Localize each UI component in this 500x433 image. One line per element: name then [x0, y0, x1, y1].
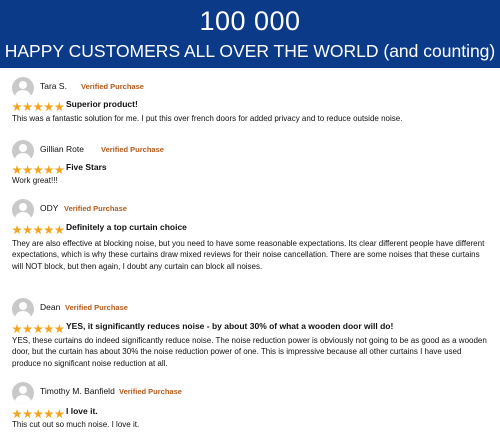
star-icon	[43, 165, 54, 175]
star-icon	[12, 102, 22, 112]
review-title: I love it.	[66, 406, 98, 416]
promo-banner: 100 000 HAPPY CUSTOMERS ALL OVER THE WOR…	[0, 0, 500, 68]
avatar	[12, 199, 34, 221]
banner-tagline: HAPPY CUSTOMERS ALL OVER THE WORLD (and …	[4, 41, 496, 61]
star-icon	[22, 409, 33, 419]
review-title: Five Stars	[66, 162, 107, 172]
review-body: This was a fantastic solution for me. I …	[12, 114, 403, 123]
star-icon	[12, 409, 22, 419]
verified-purchase-badge: Verified Purchase	[101, 145, 164, 154]
reviewer-name: ODY	[40, 203, 59, 213]
verified-purchase-badge: Verified Purchase	[64, 204, 127, 213]
review-title: Definitely a top curtain choice	[66, 222, 187, 232]
star-icon	[54, 324, 65, 334]
star-icon	[22, 324, 33, 334]
star-icon	[12, 225, 22, 235]
review-body: This cut out so much noise. I love it.	[12, 420, 140, 429]
star-icon	[54, 225, 65, 235]
star-icon	[43, 409, 54, 419]
star-icon	[33, 409, 43, 419]
star-icon	[54, 165, 65, 175]
reviewer-name: Gillian Rote	[40, 144, 84, 154]
star-icon	[33, 102, 43, 112]
review-body: Work great!!!	[12, 176, 58, 185]
reviewer-name: Tara S.	[40, 81, 67, 91]
star-icon	[33, 225, 43, 235]
review-body: They are also effective at blocking nois…	[12, 239, 485, 271]
reviewer-name: Dean	[40, 302, 61, 312]
avatar	[12, 77, 34, 99]
verified-purchase-badge: Verified Purchase	[65, 303, 128, 312]
star-icon	[12, 165, 22, 175]
review-body: YES, these curtains do indeed significan…	[12, 336, 487, 368]
star-icon	[43, 324, 54, 334]
star-icon	[54, 409, 65, 419]
review-title: YES, it significantly reduces noise - by…	[66, 321, 394, 331]
star-icon	[43, 225, 54, 235]
star-icon	[22, 165, 33, 175]
star-icon	[43, 102, 54, 112]
avatar	[12, 382, 34, 404]
customer-count: 100 000	[199, 6, 301, 36]
verified-purchase-badge: Verified Purchase	[81, 82, 144, 91]
star-icon	[12, 324, 22, 334]
reviewer-name: Timothy M. Banfield	[40, 386, 115, 396]
verified-purchase-badge: Verified Purchase	[119, 387, 182, 396]
star-icon	[33, 165, 43, 175]
star-icon	[33, 324, 43, 334]
star-icon	[54, 102, 65, 112]
star-icon	[22, 225, 33, 235]
review-title: Superior product!	[66, 99, 138, 109]
avatar	[12, 140, 34, 162]
avatar	[12, 298, 34, 320]
star-icon	[22, 102, 33, 112]
